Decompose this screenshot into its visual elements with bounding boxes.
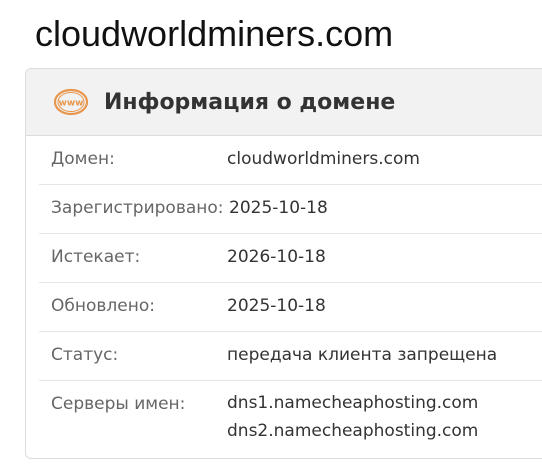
status-label: Статус: — [51, 345, 119, 365]
nameserver-2: dns2.namecheaphosting.com — [227, 421, 479, 441]
expires-value: 2026-10-18 — [227, 247, 326, 267]
page-title: cloudworldminers.com — [35, 13, 394, 54]
row-updated: Обновлено: 2025-10-18 — [39, 283, 542, 332]
status-value: передача клиента запрещена — [227, 345, 498, 365]
nameservers-values: dns1.namecheaphosting.com dns2.namecheap… — [227, 389, 478, 445]
expires-label: Истекает: — [51, 247, 141, 267]
row-domain: Домен: cloudworldminers.com — [39, 136, 542, 185]
www-icon: www — [53, 88, 89, 116]
updated-value: 2025-10-18 — [227, 296, 326, 316]
card-header: www Информация о домене — [26, 69, 542, 136]
domain-info-card: www Информация о домене Домен: cloudworl… — [25, 68, 542, 459]
domain-value: cloudworldminers.com — [227, 149, 420, 169]
updated-label: Обновлено: — [51, 296, 155, 316]
svg-text:www: www — [59, 99, 84, 109]
row-registered: Зарегистрировано: 2025-10-18 — [39, 185, 542, 234]
nameserver-1: dns1.namecheaphosting.com — [227, 393, 479, 413]
card-title: Информация о домене — [104, 89, 396, 115]
row-expires: Истекает: 2026-10-18 — [39, 234, 542, 283]
domain-label: Домен: — [51, 149, 115, 169]
nameservers-label: Серверы имен: — [51, 394, 186, 414]
registered-value: 2025-10-18 — [229, 198, 328, 218]
row-nameservers: Серверы имен: dns1.namecheaphosting.com … — [39, 381, 542, 456]
registered-label: Зарегистрировано: — [51, 198, 224, 218]
row-status: Статус: передача клиента запрещена — [39, 332, 542, 381]
info-rows: Домен: cloudworldminers.com Зарегистриро… — [26, 136, 542, 456]
